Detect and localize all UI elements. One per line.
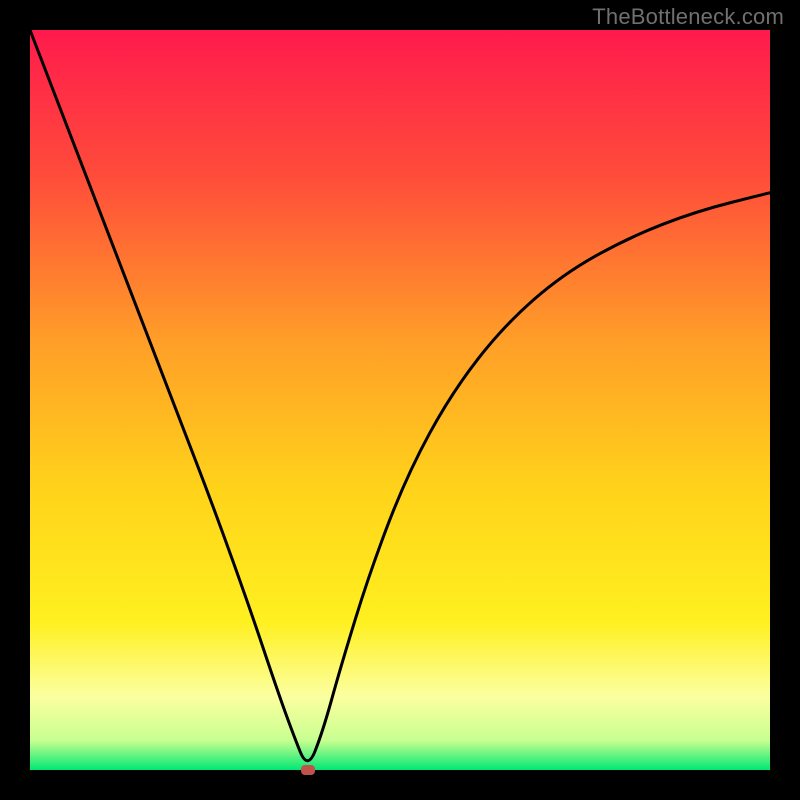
bottleneck-curve: [30, 30, 770, 770]
chart-frame: TheBottleneck.com: [0, 0, 800, 800]
plot-area: [30, 30, 770, 770]
watermark-text: TheBottleneck.com: [592, 4, 784, 30]
optimum-marker-icon: [301, 765, 315, 775]
